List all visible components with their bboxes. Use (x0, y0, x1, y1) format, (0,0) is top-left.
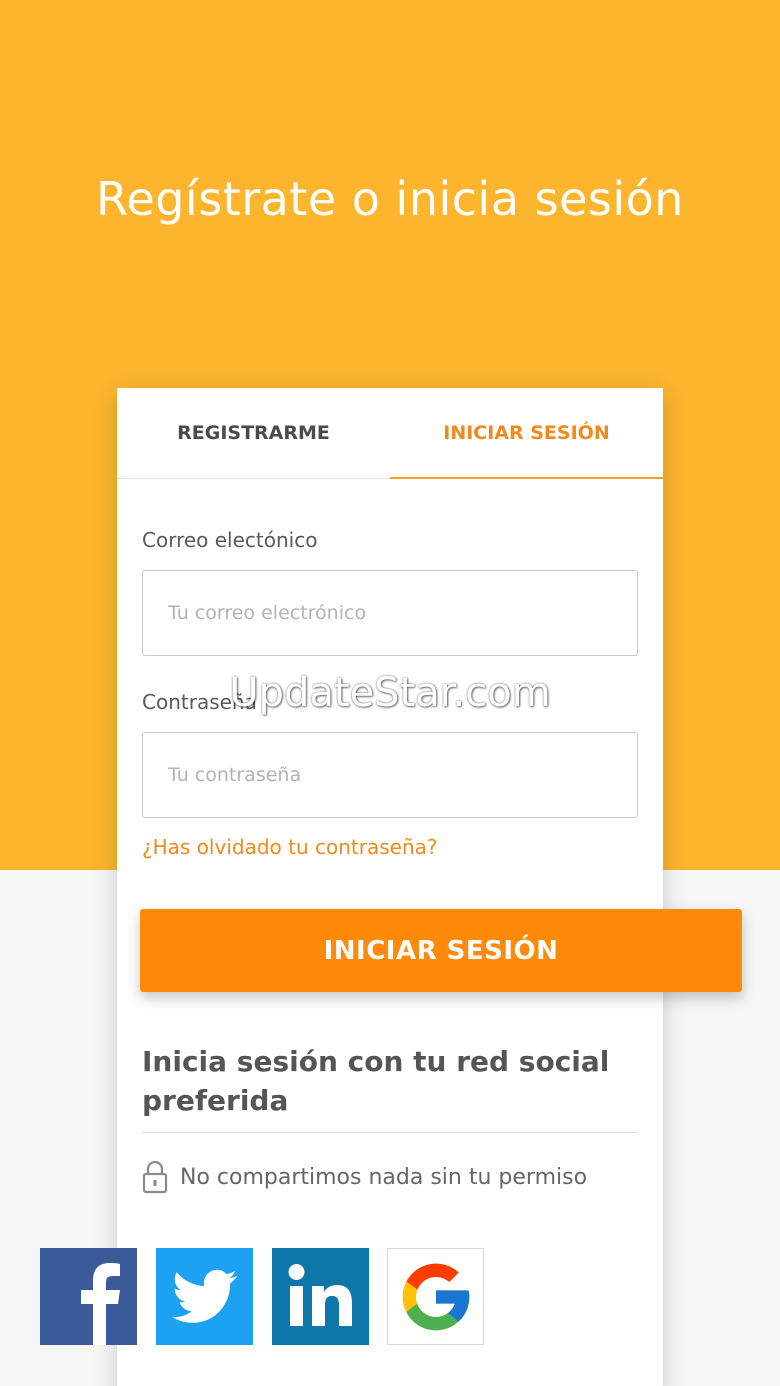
google-icon (402, 1263, 469, 1330)
page-title: Regístrate o inicia sesión (96, 172, 684, 226)
auth-tabs: REGISTRARME INICIAR SESIÓN (117, 388, 663, 479)
login-card: REGISTRARME INICIAR SESIÓN Correo electó… (117, 388, 663, 1386)
login-screen: Regístrate o inicia sesión REGISTRARME I… (0, 0, 780, 1386)
facebook-icon (81, 1263, 120, 1345)
twitter-login-button[interactable] (156, 1248, 253, 1345)
privacy-note: No compartimos nada sin tu permiso (142, 1160, 587, 1194)
email-field[interactable] (142, 570, 638, 656)
lock-icon (142, 1160, 168, 1194)
login-button[interactable]: INICIAR SESIÓN (140, 909, 742, 992)
watermark-text: UpdateStar.com (229, 670, 551, 716)
password-field[interactable] (142, 732, 638, 818)
social-login-heading: Inicia sesión con tu red social preferid… (142, 1045, 610, 1117)
divider (142, 1132, 638, 1133)
email-label: Correo electónico (142, 528, 318, 552)
tab-login[interactable]: INICIAR SESIÓN (390, 388, 663, 479)
tab-register[interactable]: REGISTRARME (117, 388, 390, 478)
twitter-icon (171, 1269, 237, 1323)
linkedin-login-button[interactable] (272, 1248, 369, 1345)
google-login-button[interactable] (387, 1248, 484, 1345)
facebook-login-button[interactable] (40, 1248, 137, 1345)
forgot-password-link[interactable]: ¿Has olvidado tu contraseña? (142, 835, 438, 859)
linkedin-icon (288, 1264, 352, 1326)
privacy-text: No compartimos nada sin tu permiso (180, 1164, 588, 1190)
